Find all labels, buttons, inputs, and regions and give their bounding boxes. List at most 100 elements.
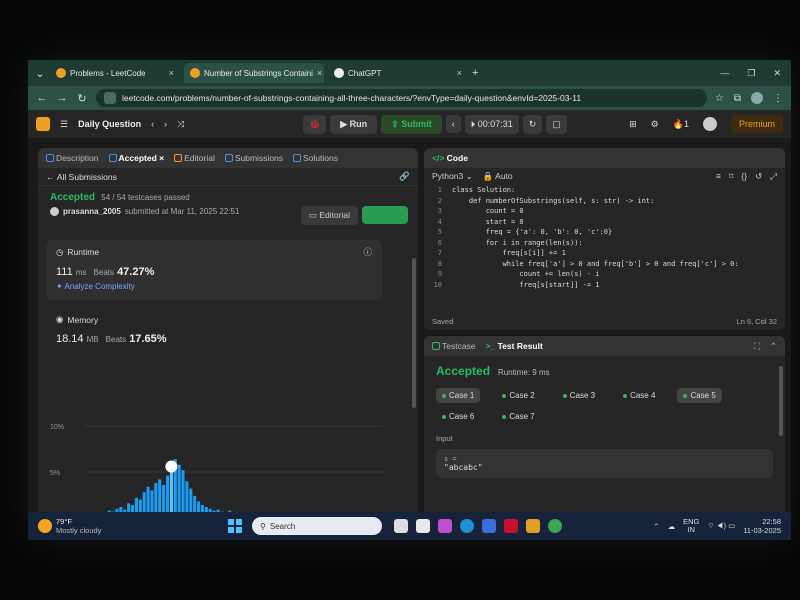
auto-toggle[interactable]: 🔒 Auto: [483, 171, 513, 182]
debug-icon[interactable]: 🐞: [303, 114, 327, 134]
daily-question-title[interactable]: Daily Question: [78, 119, 141, 129]
forward-icon[interactable]: →: [56, 92, 68, 104]
next-problem-icon[interactable]: ›: [164, 119, 167, 129]
code-line[interactable]: 3 count = 0: [424, 207, 785, 218]
minimize-icon[interactable]: —: [720, 68, 729, 79]
streak-counter[interactable]: 🔥1: [673, 119, 689, 130]
code-line[interactable]: 10 freq[s[start]] -= 1: [424, 281, 785, 292]
notes-icon[interactable]: ▢: [546, 114, 567, 134]
tab-test-result[interactable]: >_ Test Result: [486, 341, 543, 351]
editorial-button[interactable]: ▭ Editorial: [300, 206, 358, 225]
chrome-icon[interactable]: [548, 519, 562, 533]
tab-code[interactable]: </> Code: [432, 153, 468, 163]
prev-problem-icon[interactable]: ‹: [151, 119, 154, 129]
maximize-icon[interactable]: ⛶: [754, 341, 760, 352]
layout-icon[interactable]: ⊞: [629, 119, 637, 130]
case-tab[interactable]: Case 3: [557, 388, 601, 403]
bookmark-icon[interactable]: ⌑: [729, 171, 733, 182]
right-scrollbar[interactable]: [779, 366, 783, 436]
widgets-icon[interactable]: [416, 519, 430, 533]
file-explorer-icon[interactable]: [526, 519, 540, 533]
wifi-volume-battery-icon[interactable]: ⌔ ◀) ▭: [707, 521, 735, 531]
tab-accepted[interactable]: Accepted ×: [108, 153, 164, 163]
code-line[interactable]: 9 count += len(s) - i: [424, 270, 785, 281]
code-line[interactable]: 7 freq[s[i]] += 1: [424, 249, 785, 260]
cloud-icon[interactable]: ☁: [668, 522, 676, 531]
tab-testcase[interactable]: Testcase: [432, 341, 476, 351]
expand-icon[interactable]: ⤢: [770, 171, 777, 182]
new-tab-button[interactable]: +: [472, 67, 478, 79]
timer-collapse-icon[interactable]: ‹: [445, 115, 461, 133]
timer[interactable]: ⏵ 00:07:31: [464, 114, 519, 134]
code-editor[interactable]: 1 class Solution: 2 def numberOfSubstrings…: [424, 186, 785, 306]
info-icon[interactable]: ⓘ: [363, 246, 372, 258]
tab-menu-icon[interactable]: ⌄: [34, 67, 46, 80]
task-view-icon[interactable]: [394, 519, 408, 533]
code-line[interactable]: 5 freq = {'a': 0, 'b': 0, 'c':0}: [424, 228, 785, 239]
left-scrollbar[interactable]: [412, 258, 416, 408]
back-icon[interactable]: ←: [36, 92, 48, 104]
braces-icon[interactable]: {}: [741, 171, 747, 182]
close-window-icon[interactable]: ✕: [773, 68, 781, 79]
code-line[interactable]: 6 for i in range(len(s)):: [424, 239, 785, 250]
close-icon[interactable]: ×: [457, 68, 462, 78]
leetcode-logo-icon[interactable]: [36, 117, 50, 131]
case-tab[interactable]: Case 6: [436, 409, 480, 424]
weather-widget[interactable]: 79°F Mostly cloudy: [28, 517, 228, 535]
run-button[interactable]: ▶ Run: [330, 114, 378, 134]
language-select[interactable]: Python3 ⌄: [432, 171, 473, 182]
analyze-complexity-link[interactable]: ✦ Analyze Complexity: [56, 282, 372, 291]
close-icon[interactable]: ×: [317, 68, 322, 78]
all-submissions-link[interactable]: ← All Submissions 🔗: [38, 168, 418, 186]
share-link-icon[interactable]: 🔗: [399, 171, 410, 182]
user-avatar[interactable]: [702, 117, 717, 131]
tab-current-problem[interactable]: Number of Substrings Containi ×: [184, 63, 324, 83]
tab-editorial[interactable]: Editorial: [174, 153, 215, 163]
clock[interactable]: 22:58 11-03-2025: [743, 517, 781, 535]
start-icon[interactable]: [228, 519, 242, 533]
case-tab[interactable]: Case 7: [496, 409, 540, 424]
memory-card[interactable]: ◉ Memory 18.14 MB Beats 17.65%: [46, 308, 382, 352]
close-icon[interactable]: ×: [169, 68, 174, 78]
restore-icon[interactable]: ❐: [747, 68, 755, 79]
store-icon[interactable]: [482, 519, 496, 533]
tab-chatgpt[interactable]: ChatGPT ×: [328, 63, 468, 83]
mcafee-icon[interactable]: [504, 519, 518, 533]
tab-submissions[interactable]: Submissions: [224, 153, 283, 163]
submit-button[interactable]: ⇪ Submit: [381, 114, 442, 134]
tab-solutions[interactable]: Solutions: [293, 153, 338, 163]
reset-icon[interactable]: ↺: [755, 171, 762, 182]
profile-avatar[interactable]: [751, 92, 763, 104]
copilot-icon[interactable]: [438, 519, 452, 533]
reload-icon[interactable]: ↻: [76, 92, 88, 105]
input-box[interactable]: s = "abcabc": [436, 449, 773, 478]
bookmark-star-icon[interactable]: ☆: [715, 93, 724, 104]
taskbar-search[interactable]: ⚲ Search: [252, 517, 382, 535]
extensions-icon[interactable]: ⧉: [734, 93, 741, 104]
browser-menu-icon[interactable]: ⋮: [773, 93, 783, 104]
code-line[interactable]: 2 def numberOfSubstrings(self, s: str) -…: [424, 197, 785, 208]
timer-reset-icon[interactable]: ↻: [522, 114, 543, 134]
runtime-card[interactable]: ◷ Runtime ⓘ 111 ms Beats 47.27% ✦ Analyz…: [46, 240, 382, 300]
site-info-icon[interactable]: [104, 92, 116, 104]
code-line[interactable]: 1 class Solution:: [424, 186, 785, 197]
shuffle-icon[interactable]: ⤨: [177, 119, 184, 130]
username[interactable]: prasanna_2005: [63, 207, 121, 216]
tab-problems[interactable]: Problems - LeetCode ×: [50, 63, 180, 83]
case-tab[interactable]: Case 1: [436, 388, 481, 403]
language-indicator[interactable]: ENG IN: [683, 518, 699, 534]
case-tab[interactable]: Case 5: [677, 388, 722, 403]
edge-icon[interactable]: [460, 519, 474, 533]
code-line[interactable]: 8 while freq['a'] > 0 and freq['b'] > 0 …: [424, 260, 785, 271]
format-icon[interactable]: ≡: [716, 171, 721, 182]
settings-icon[interactable]: ⚙: [651, 119, 659, 130]
case-tab[interactable]: Case 4: [617, 388, 661, 403]
tab-description[interactable]: Description: [46, 153, 99, 163]
url-field[interactable]: leetcode.com/problems/number-of-substrin…: [96, 89, 707, 107]
problem-list-icon[interactable]: ☰: [60, 119, 68, 130]
chevron-up-icon[interactable]: ⌃: [653, 522, 659, 531]
premium-button[interactable]: Premium: [730, 115, 783, 133]
post-solution-button[interactable]: [362, 206, 408, 224]
code-line[interactable]: 4 start = 0: [424, 218, 785, 229]
case-tab[interactable]: Case 2: [496, 388, 540, 403]
